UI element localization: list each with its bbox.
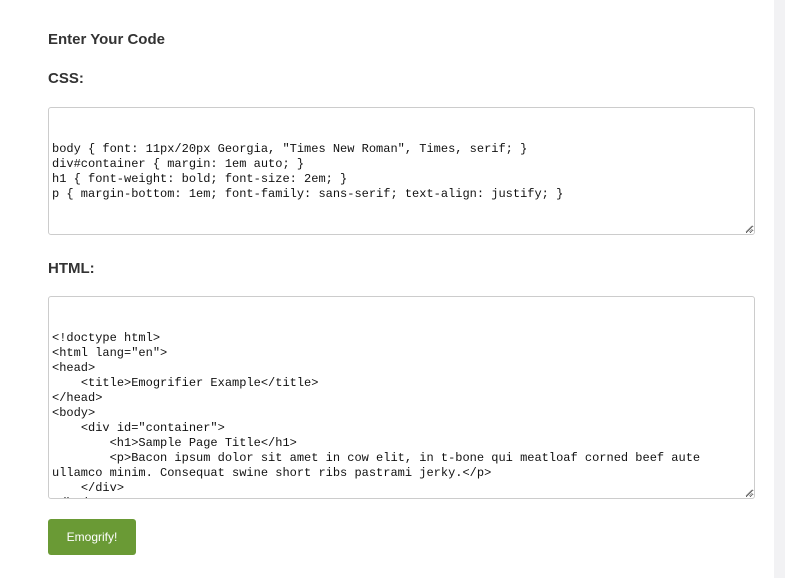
emogrify-button[interactable]: Emogrify! (48, 519, 136, 555)
html-textarea-value: <!doctype html> <html lang="en"> <head> … (52, 331, 701, 498)
resize-grip-icon[interactable] (745, 489, 753, 497)
css-textarea-value: body { font: 11px/20px Georgia, "Times N… (52, 142, 564, 201)
scrollbar-track[interactable] (774, 0, 785, 578)
page: Enter Your Code CSS: body { font: 11px/2… (0, 0, 785, 578)
html-textarea[interactable]: <!doctype html> <html lang="en"> <head> … (48, 296, 755, 499)
page-title: Enter Your Code (48, 31, 165, 48)
html-heading: HTML: (48, 260, 95, 277)
css-textarea[interactable]: body { font: 11px/20px Georgia, "Times N… (48, 107, 755, 235)
resize-grip-icon[interactable] (745, 225, 753, 233)
css-heading: CSS: (48, 70, 84, 87)
